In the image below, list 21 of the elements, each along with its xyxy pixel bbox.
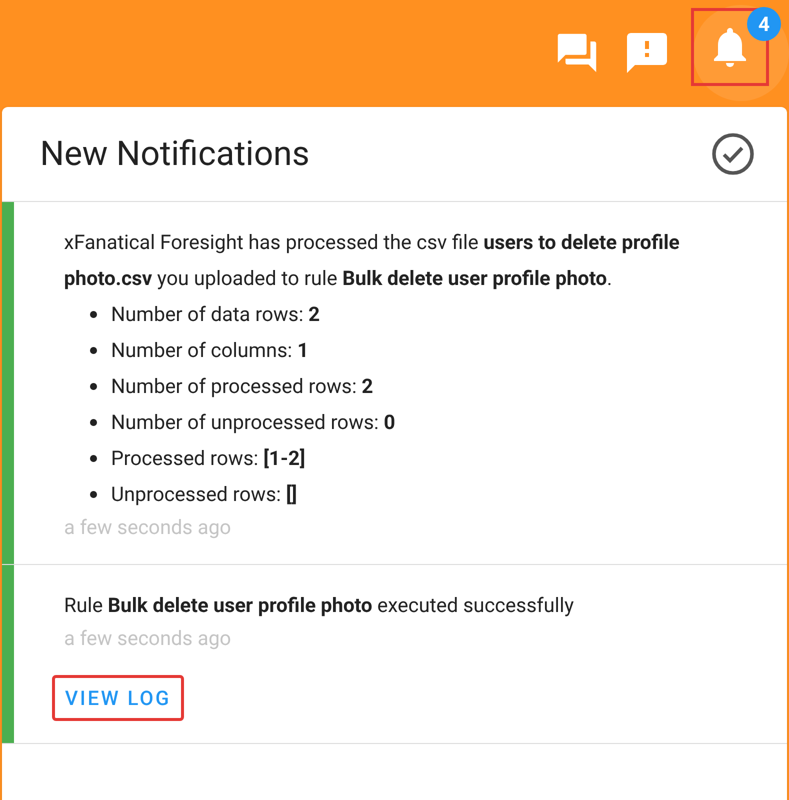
bullet-icon [90,490,97,498]
mark-all-read-icon[interactable] [709,130,757,178]
notifications-button[interactable] [691,8,769,86]
detail-item: Number of columns: 1 [111,337,309,364]
notification-count-badge: 4 [747,6,781,40]
detail-item: Number of data rows: 2 [111,301,320,328]
detail-item: Processed rows: [1-2] [111,445,306,472]
bullet-icon [90,310,97,318]
notification-message: Rule Bulk delete user profile photo executed successfully [64,592,574,619]
bullet-icon [90,346,97,354]
detail-item: Number of unprocessed rows: 0 [111,409,396,436]
bullet-icon [90,454,97,462]
notification-message: xFanatical Foresight has processed the csv file users to delete profile photo.csv you uploaded to rule Bulk delete user profile photo. [64,229,681,292]
bullet-icon [90,418,97,426]
detail-item: Number of processed rows: 2 [111,373,374,400]
timestamp: a few seconds ago [64,514,232,541]
bullet-icon [90,382,97,390]
timestamp: a few seconds ago [64,625,232,652]
panel-title: New Notifications [40,132,310,176]
detail-item: Unprocessed rows: [] [111,481,298,508]
view-log-button[interactable]: VIEW LOG [52,675,184,721]
